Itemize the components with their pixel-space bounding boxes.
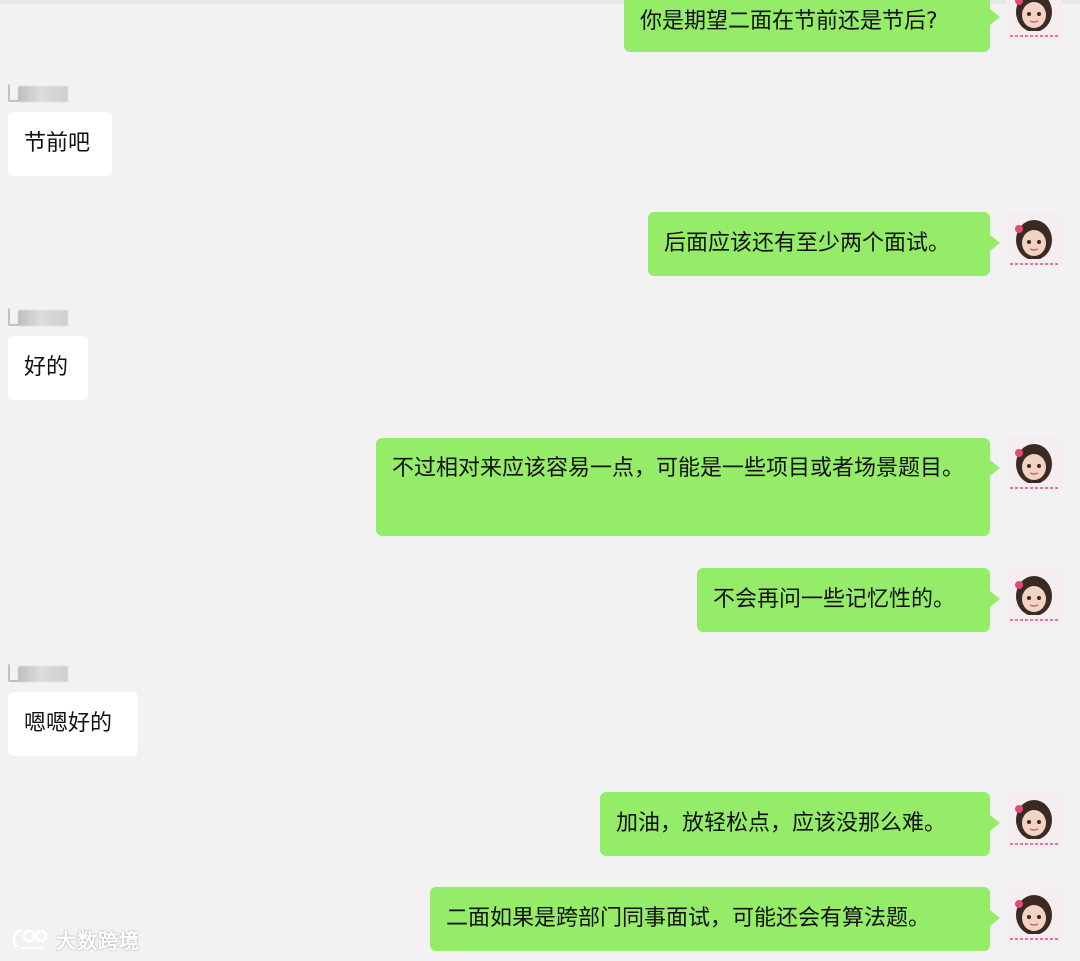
self-avatar[interactable] xyxy=(1006,0,1062,40)
chat-window: 你是期望二面在节前还是节后? 节前吧 后面应该还有至少两个面试。 好的 不过相对… xyxy=(0,0,1080,961)
message-bubble-sent[interactable]: 不会再问一些记忆性的。 xyxy=(697,568,990,632)
message-bubble-sent[interactable]: 后面应该还有至少两个面试。 xyxy=(648,212,990,276)
bubble-tail xyxy=(990,815,1000,831)
avatar-girl-icon xyxy=(1006,0,1062,40)
avatar-girl-icon xyxy=(1006,436,1062,492)
bubble-tail xyxy=(990,910,1000,926)
self-avatar[interactable] xyxy=(1006,792,1062,848)
self-avatar[interactable] xyxy=(1006,212,1062,268)
avatar-girl-icon xyxy=(1006,568,1062,624)
brand-watermark: 大数跨境 xyxy=(10,924,140,954)
message-bubble-sent[interactable]: 二面如果是跨部门同事面试，可能还会有算法题。 xyxy=(430,887,990,951)
self-avatar[interactable] xyxy=(1006,568,1062,624)
self-avatar[interactable] xyxy=(1006,887,1062,943)
message-bubble-received[interactable]: 好的 xyxy=(8,336,88,400)
message-bubble-received[interactable]: 嗯嗯好的 xyxy=(8,692,138,756)
sender-name-blurred xyxy=(18,310,68,326)
message-bubble-sent[interactable]: 加油，放轻松点，应该没那么难。 xyxy=(600,792,990,856)
bubble-tail xyxy=(990,591,1000,607)
avatar-girl-icon xyxy=(1006,887,1062,943)
watermark-text: 大数跨境 xyxy=(56,928,140,953)
bubble-tail xyxy=(990,460,1000,476)
brand-logo-icon xyxy=(12,929,48,949)
message-bubble-received[interactable]: 节前吧 xyxy=(8,112,112,176)
sender-name-blurred xyxy=(18,666,68,682)
sender-name-blurred xyxy=(18,86,68,102)
message-bubble-sent[interactable]: 你是期望二面在节前还是节后? xyxy=(624,0,990,52)
avatar-girl-icon xyxy=(1006,212,1062,268)
bubble-tail xyxy=(990,235,1000,251)
bubble-tail xyxy=(990,9,1000,25)
avatar-girl-icon xyxy=(1006,792,1062,848)
self-avatar[interactable] xyxy=(1006,436,1062,492)
message-bubble-sent[interactable]: 不过相对来应该容易一点，可能是一些项目或者场景题目。 xyxy=(376,438,990,536)
